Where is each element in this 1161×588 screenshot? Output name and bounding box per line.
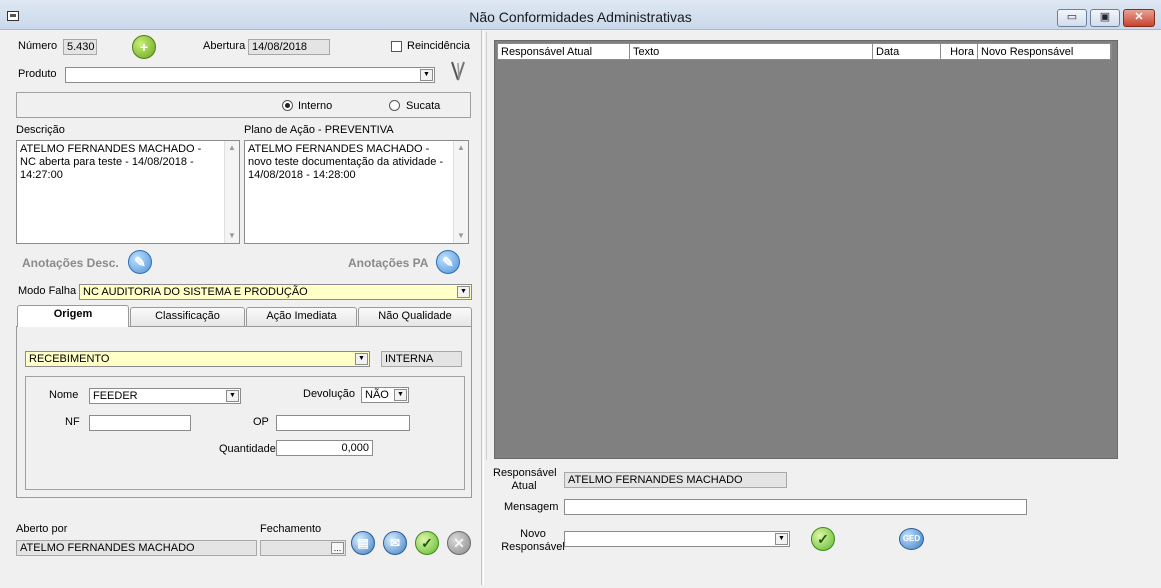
ellipsis-icon[interactable]: ... — [331, 542, 344, 554]
confirm-check-icon[interactable]: ✓ — [415, 531, 439, 555]
op-label: OP — [253, 416, 269, 428]
fechamento-field[interactable]: ... — [260, 540, 346, 556]
origem-classe-field: INTERNA — [381, 351, 462, 367]
nome-select[interactable]: FEEDER ▼ — [89, 388, 241, 404]
reincidencia-checkbox[interactable] — [391, 41, 402, 52]
window-title: Não Conformidades Administrativas — [469, 9, 692, 25]
modo-falha-select[interactable]: NC AUDITORIA DO SISTEMA E PRODUÇÃO ▼ — [79, 284, 472, 300]
abertura-field: 14/08/2018 — [248, 39, 330, 55]
novo-responsavel-select[interactable]: ▼ — [564, 531, 790, 547]
col-header-texto[interactable]: Texto — [630, 44, 873, 60]
col-header-hora[interactable]: Hora — [941, 44, 978, 60]
aberto-por-field: ATELMO FERNANDES MACHADO — [16, 540, 257, 556]
produto-label: Produto — [18, 68, 57, 80]
scroll-down-icon[interactable]: ▼ — [454, 229, 468, 243]
modo-falha-value: NC AUDITORIA DO SISTEMA E PRODUÇÃO — [83, 286, 308, 298]
cancel-icon[interactable]: ✕ — [447, 531, 471, 555]
tipo-panel — [16, 92, 471, 118]
tab-nao-qualidade[interactable]: Não Qualidade — [358, 307, 472, 326]
quantidade-label: Quantidade — [219, 443, 276, 455]
plano-textarea[interactable]: ATELMO FERNANDES MACHADO - novo teste do… — [244, 140, 469, 244]
descricao-label: Descrição — [16, 124, 65, 136]
plano-label: Plano de Ação - PREVENTIVA — [244, 124, 394, 136]
modo-falha-label: Modo Falha — [18, 285, 77, 297]
responsavel-atual-label: Responsável Atual — [493, 467, 557, 492]
mensagem-input[interactable] — [564, 499, 1027, 515]
chevron-down-icon[interactable]: ▼ — [775, 533, 788, 545]
sucata-radio[interactable] — [389, 100, 400, 111]
send-check-icon[interactable]: ✓ — [811, 527, 835, 551]
descricao-textarea[interactable]: ATELMO FERNANDES MACHADO - NC aberta par… — [16, 140, 240, 244]
nome-label: Nome — [49, 389, 79, 401]
grid-splitter[interactable] — [486, 32, 487, 460]
chevron-down-icon[interactable]: ▼ — [394, 389, 407, 401]
tab-origem[interactable]: Origem — [17, 305, 129, 327]
col-header-novo-responsavel[interactable]: Novo Responsável — [978, 44, 1111, 60]
history-grid[interactable] — [494, 40, 1118, 459]
minimize-button[interactable]: ▭ — [1057, 9, 1087, 27]
origem-tipo-select[interactable]: RECEBIMENTO ▼ — [25, 351, 370, 367]
produto-select[interactable]: ▼ — [65, 67, 435, 83]
plano-text: ATELMO FERNANDES MACHADO - novo teste do… — [248, 143, 444, 181]
anotacoes-desc-label[interactable]: Anotações Desc. — [22, 256, 119, 270]
maximize-button[interactable]: ▣ — [1090, 9, 1120, 27]
mensagem-label: Mensagem — [504, 501, 559, 513]
origem-tipo-value: RECEBIMENTO — [29, 353, 110, 365]
close-button[interactable]: ✕ — [1123, 9, 1155, 27]
devolucao-label: Devolução — [303, 388, 355, 400]
nf-input[interactable] — [89, 415, 191, 431]
descricao-scrollbar[interactable]: ▲ ▼ — [224, 141, 239, 243]
descricao-text: ATELMO FERNANDES MACHADO - NC aberta par… — [20, 143, 202, 181]
abertura-label: Abertura — [203, 40, 246, 52]
interno-label: Interno — [298, 100, 333, 112]
scroll-down-icon[interactable]: ▼ — [225, 229, 239, 243]
numero-field: 5.430 — [63, 39, 97, 55]
chevron-down-icon[interactable]: ▼ — [355, 353, 368, 365]
interno-radio[interactable] — [282, 100, 293, 111]
chevron-down-icon[interactable]: ▼ — [420, 69, 433, 81]
grid-header: Responsável Atual Texto Data Hora Novo R… — [497, 43, 1112, 60]
tools-icon[interactable] — [448, 60, 468, 82]
devolucao-select[interactable]: NÃO ▼ — [361, 387, 409, 403]
anotacoes-pa-label[interactable]: Anotações PA — [348, 256, 428, 270]
quantidade-input[interactable]: 0,000 — [276, 440, 373, 456]
novo-responsavel-label: Novo Responsável — [501, 528, 565, 553]
plano-scrollbar[interactable]: ▲ ▼ — [453, 141, 468, 243]
add-icon[interactable]: + — [132, 35, 156, 59]
fechamento-label: Fechamento — [260, 523, 322, 535]
numero-label: Número — [18, 40, 58, 52]
reincidencia-label: Reincidência — [407, 40, 470, 52]
anotacao-desc-icon[interactable]: ✎ — [128, 250, 152, 274]
tab-classificacao[interactable]: Classificação — [130, 307, 245, 326]
tab-acao-imediata[interactable]: Ação Imediata — [246, 307, 357, 326]
col-header-responsavel[interactable]: Responsável Atual — [498, 44, 630, 60]
email-icon[interactable]: ✉ — [383, 531, 407, 555]
nome-value: FEEDER — [93, 390, 138, 402]
anotacao-pa-icon[interactable]: ✎ — [436, 250, 460, 274]
col-header-data[interactable]: Data — [873, 44, 941, 60]
chevron-down-icon[interactable]: ▼ — [226, 390, 239, 402]
pane-divider — [481, 30, 484, 585]
scroll-up-icon[interactable]: ▲ — [225, 141, 239, 155]
aberto-por-label: Aberto por — [16, 523, 68, 535]
devolucao-value: NÃO — [365, 389, 389, 401]
nf-label: NF — [65, 416, 80, 428]
chevron-down-icon[interactable]: ▼ — [457, 286, 470, 298]
responsavel-atual-field: ATELMO FERNANDES MACHADO — [564, 472, 787, 488]
ged-icon[interactable]: GED — [899, 528, 924, 550]
scroll-up-icon[interactable]: ▲ — [454, 141, 468, 155]
printer-icon[interactable]: ▤ — [351, 531, 375, 555]
sucata-label: Sucata — [406, 100, 441, 112]
op-input[interactable] — [276, 415, 410, 431]
